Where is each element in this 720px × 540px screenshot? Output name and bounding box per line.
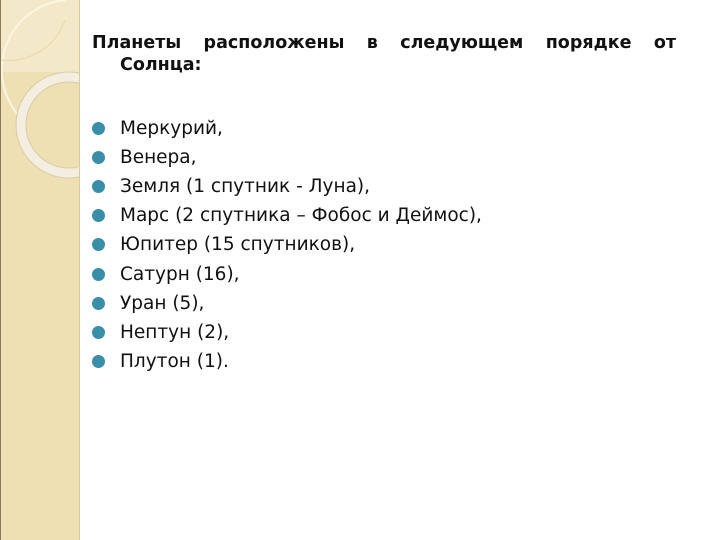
list-item: Меркурий, (92, 114, 482, 143)
bullet-icon (92, 122, 105, 136)
bullet-icon (92, 180, 105, 194)
bullet-icon (92, 209, 105, 223)
list-item-text: Марс (2 спутника – Фобос и Деймос), (120, 205, 482, 227)
slide-title: Планеты расположены в следующем порядке … (92, 33, 676, 53)
list-item: Плутон (1). (92, 347, 482, 376)
list-item: Юпитер (15 спутников), (92, 230, 482, 259)
list-item-text: Плутон (1). (120, 350, 229, 372)
slide-title-continuation: Солнца: (120, 55, 202, 75)
planet-list: Меркурий, Венера, Земля (1 спутник - Лун… (92, 114, 482, 376)
bullet-icon (92, 238, 105, 252)
bullet-icon (92, 354, 105, 368)
list-item-text: Сатурн (16), (120, 263, 240, 285)
list-item: Сатурн (16), (92, 259, 482, 288)
bullet-icon (92, 267, 105, 281)
list-item-text: Венера, (120, 147, 197, 169)
list-item: Венера, (92, 143, 482, 172)
bullet-icon (92, 151, 105, 165)
list-item: Марс (2 спутника – Фобос и Деймос), (92, 201, 482, 230)
list-item-text: Земля (1 спутник - Луна), (120, 176, 371, 198)
decorative-circles-icon (1, 0, 79, 179)
list-item-text: Юпитер (15 спутников), (120, 234, 356, 256)
list-item-text: Нептун (2), (120, 321, 230, 343)
bullet-icon (92, 325, 105, 339)
decorative-sidebar (0, 0, 80, 540)
bullet-icon (92, 296, 105, 310)
list-item-text: Меркурий, (120, 118, 223, 140)
list-item: Земля (1 спутник - Луна), (92, 172, 482, 201)
list-item-text: Уран (5), (120, 292, 205, 314)
list-item: Нептун (2), (92, 318, 482, 347)
list-item: Уран (5), (92, 289, 482, 318)
